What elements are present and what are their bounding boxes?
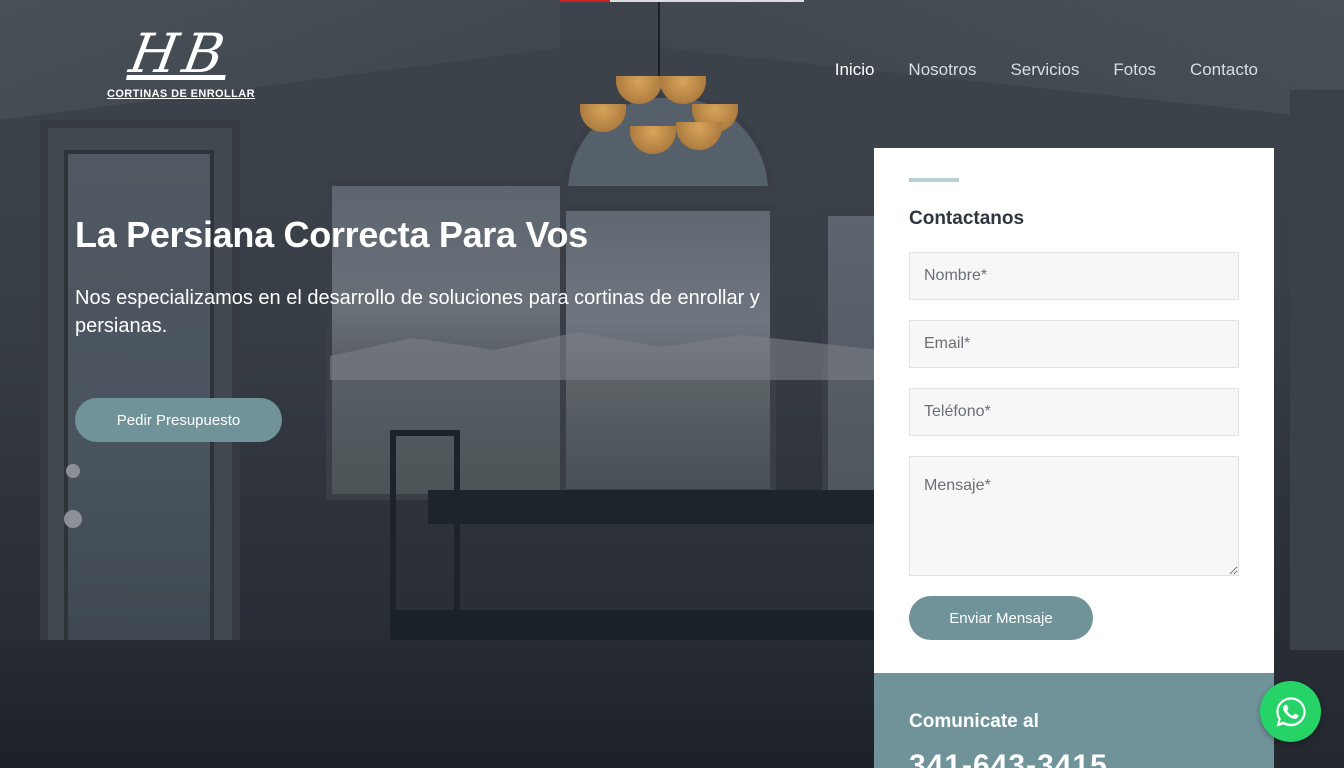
phone-label: Comunicate al — [909, 711, 1039, 732]
chair — [390, 430, 460, 630]
whatsapp-icon — [1275, 696, 1306, 727]
nav-item-fotos[interactable]: Fotos — [1113, 60, 1156, 80]
email-input[interactable] — [909, 320, 1239, 368]
door-knob — [66, 464, 80, 478]
dining-table — [428, 490, 874, 524]
message-textarea[interactable] — [909, 456, 1239, 576]
chandelier-rod — [658, 0, 660, 80]
contact-form: Contactanos Enviar Mensaje — [874, 148, 1274, 673]
request-quote-button[interactable]: Pedir Presupuesto — [75, 398, 282, 442]
logo[interactable]: HB CORTINAS DE ENROLLAR — [104, 22, 256, 106]
nav-item-servicios[interactable]: Servicios — [1010, 60, 1079, 80]
nav-item-nosotros[interactable]: Nosotros — [908, 60, 976, 80]
phone-input[interactable] — [909, 388, 1239, 436]
floor — [0, 640, 874, 768]
door-knob-lower — [64, 510, 82, 528]
send-message-button[interactable]: Enviar Mensaje — [909, 596, 1093, 640]
name-input[interactable] — [909, 252, 1239, 300]
nav-item-inicio[interactable]: Inicio — [835, 60, 875, 80]
form-title: Contactanos — [909, 208, 1025, 229]
whatsapp-button[interactable] — [1260, 681, 1321, 742]
window-far-right — [1290, 90, 1344, 650]
chandelier — [580, 70, 740, 180]
phone-number[interactable]: 341-643-3415 — [909, 749, 1239, 768]
top-strip-accent — [560, 0, 610, 2]
form-accent-bar — [909, 178, 959, 182]
nav-item-contacto[interactable]: Contacto — [1190, 60, 1258, 80]
ceiling-left — [0, 0, 560, 120]
hero-subtitle: Nos especializamos en el desarrollo de s… — [75, 287, 760, 337]
logo-mark: HB — [125, 22, 236, 85]
main-nav: Inicio Nosotros Servicios Fotos Contacto — [835, 60, 1258, 80]
hero-title: La Persiana Correcta Para Vos — [75, 214, 588, 255]
logo-text: CORTINAS DE ENROLLAR — [107, 88, 255, 100]
phone-card: Comunicate al 341-643-3415 — [874, 673, 1274, 768]
